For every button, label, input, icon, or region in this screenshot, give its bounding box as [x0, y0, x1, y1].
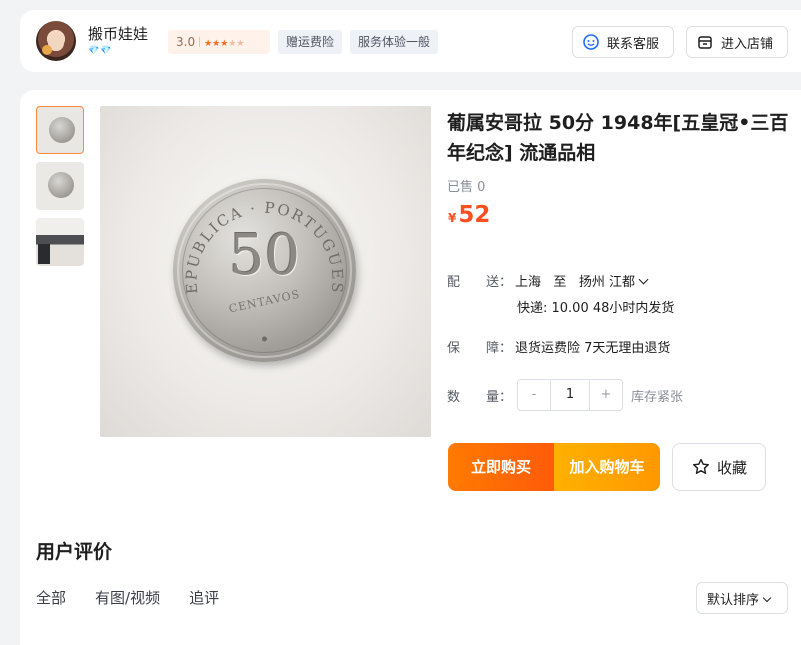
sold-count: 已售 0 [447, 180, 486, 195]
shipping-detail: 快递: 10.00 48小时内发货 [517, 301, 675, 316]
star-icon [693, 458, 709, 474]
price-currency: ¥ [448, 211, 457, 225]
stock-status: 库存紧张 [631, 389, 684, 405]
store-icon [697, 34, 713, 50]
chat-icon [583, 34, 599, 50]
thumbnail-1[interactable] [36, 106, 84, 154]
review-tab-followup[interactable]: 追评 [189, 587, 219, 608]
guarantee-row: 保 障： 退货运费险 7天无理由退货 [447, 337, 670, 356]
product-card: REPUBLICA · PORTUGUESA 50 CENTAVOS 葡属安哥拉… [20, 90, 801, 645]
review-tab-all[interactable]: 全部 [36, 587, 66, 608]
rating-score: 3.0 [176, 35, 196, 49]
sort-label: 默认排序 [707, 592, 760, 608]
add-to-cart-button[interactable]: 加入购物车 [554, 443, 660, 491]
quantity-minus-button[interactable]: - [518, 380, 550, 410]
shop-rating-badge: 3.0 ★★★★★ [168, 30, 270, 54]
chevron-down-icon [762, 593, 772, 603]
shop-header: 搬币娃娃 💎💎 3.0 ★★★★★ 赠运费险 服务体验一般 联系客服 进入店铺 [20, 10, 801, 72]
coin-image: REPUBLICA · PORTUGUESA 50 CENTAVOS [173, 179, 356, 362]
service-tag: 服务体验一般 [350, 30, 439, 54]
ship-from: 上海 [515, 275, 542, 290]
reviews-title: 用户评价 [36, 541, 113, 563]
chevron-down-icon [638, 274, 649, 285]
quantity-stepper: - 1 + [517, 379, 623, 411]
quantity-plus-button[interactable]: + [590, 380, 622, 410]
product-price: ¥52 [448, 202, 490, 228]
enter-store-label: 进入店铺 [721, 36, 774, 52]
sort-select[interactable]: 默认排序 [696, 582, 788, 614]
quantity-input[interactable]: 1 [550, 380, 590, 410]
insurance-tag: 赠运费险 [278, 30, 343, 54]
review-tabs: 全部 有图/视频 追评 [36, 587, 248, 608]
buy-now-button[interactable]: 立即购买 [448, 443, 554, 491]
shipping-label: 配 送： [447, 275, 513, 290]
enter-store-button[interactable]: 进入店铺 [686, 26, 788, 58]
thumbnail-2[interactable] [36, 162, 84, 210]
shop-name[interactable]: 搬币娃娃 [88, 23, 148, 44]
shipping-row: 配 送： 上海 至 扬州 江都 [447, 271, 649, 290]
product-title: 葡属安哥拉 50分 1948年[五皇冠•三百年纪念] 流通品相 [447, 112, 789, 164]
shop-avatar[interactable] [36, 21, 76, 61]
guarantee-text[interactable]: 退货运费险 7天无理由退货 [515, 341, 670, 356]
purchase-buttons: 立即购买 加入购物车 [448, 443, 660, 491]
thumbnail-3[interactable] [36, 218, 84, 266]
review-tab-media[interactable]: 有图/视频 [95, 587, 160, 608]
guarantee-label: 保 障： [447, 341, 513, 356]
ship-destination-select[interactable]: 扬州 江都 [579, 274, 649, 290]
quantity-row: 数 量： - 1 + 库存紧张 [447, 379, 683, 411]
product-main-image[interactable]: REPUBLICA · PORTUGUESA 50 CENTAVOS [100, 106, 431, 437]
favorite-label: 收藏 [716, 458, 747, 477]
rating-stars-icon: ★★★★★ [204, 39, 245, 49]
quantity-label: 数 量： [447, 389, 513, 405]
ship-to-word: 至 [553, 275, 567, 290]
price-amount: 52 [458, 202, 491, 228]
coin-value: 50 [228, 223, 301, 288]
contact-service-button[interactable]: 联系客服 [572, 26, 674, 58]
diamond-level-icon: 💎💎 [88, 46, 113, 56]
thumbnail-list [36, 106, 84, 274]
contact-service-label: 联系客服 [607, 36, 660, 52]
favorite-button[interactable]: 收藏 [672, 443, 766, 491]
